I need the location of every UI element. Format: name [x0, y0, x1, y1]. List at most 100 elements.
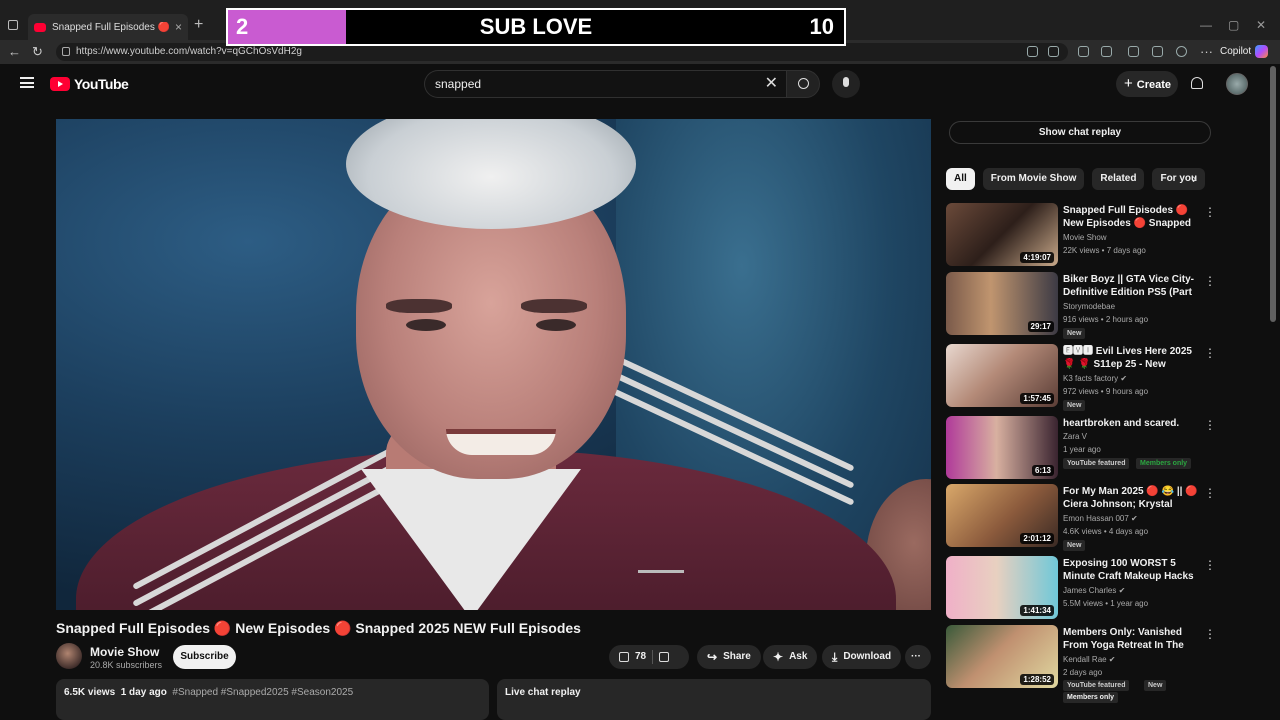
extension-icon[interactable]	[1101, 46, 1112, 57]
channel-name[interactable]: Storymodebae	[1063, 302, 1115, 311]
create-button[interactable]: + Create	[1116, 71, 1178, 97]
like-count[interactable]: 78	[635, 645, 646, 669]
extension-icon[interactable]	[1128, 46, 1139, 57]
youtube-logo[interactable]: YouTube	[50, 76, 129, 92]
chip-all[interactable]: All	[946, 168, 975, 190]
like-dislike-group: 78	[609, 645, 689, 669]
more-vert-icon[interactable]: ⋮	[1204, 486, 1216, 500]
channel-name[interactable]: K3 facts factory ✔	[1063, 374, 1127, 383]
close-tab-icon[interactable]: ×	[175, 20, 182, 34]
minimize-icon[interactable]: —	[1200, 18, 1212, 32]
video-meta: 2 days ago	[1063, 668, 1103, 677]
recommended-video[interactable]: 1:57:45 🅴🆅🅸 Evil Lives Here 2025 🌹 🌹 S11…	[946, 344, 1216, 411]
new-tab-icon[interactable]: +	[194, 16, 203, 34]
profile-icon[interactable]	[1176, 46, 1187, 57]
more-vert-icon[interactable]: ⋮	[1204, 274, 1216, 288]
ask-button[interactable]: ✦ Ask	[763, 645, 818, 669]
recommended-video[interactable]: 29:17 Biker Boyz || GTA Vice City- Defin…	[946, 272, 1216, 339]
more-vert-icon[interactable]: ⋮	[1204, 558, 1216, 572]
ask-label: Ask	[789, 651, 808, 662]
channel-name[interactable]: Movie Show	[1063, 233, 1107, 242]
more-menu-icon[interactable]: ···	[1200, 44, 1213, 59]
download-button[interactable]: ⤓ Download	[822, 645, 902, 669]
channel-name[interactable]: Zara V	[1063, 432, 1087, 441]
copilot-icon	[1255, 45, 1269, 58]
maximize-icon[interactable]: ▢	[1228, 18, 1239, 32]
overlay-left-count: 2	[228, 10, 346, 44]
description-box[interactable]: 6.5K views 1 day ago #Snapped #Snapped20…	[56, 679, 489, 720]
share-button[interactable]: ↪ Share	[697, 645, 761, 669]
chevron-right-icon[interactable]: ›	[1192, 170, 1197, 186]
reader-icon[interactable]	[1027, 46, 1038, 57]
youtube-play-icon	[50, 77, 70, 91]
scrollbar[interactable]	[1270, 66, 1276, 322]
channel-name[interactable]: Movie Show	[90, 645, 159, 659]
like-icon[interactable]	[619, 652, 629, 662]
recommended-video[interactable]: 2:01:12 For My Man 2025 🔴 😂 || 🔴 Ciera J…	[946, 484, 1216, 551]
back-icon[interactable]: ←	[8, 44, 21, 59]
chip-from-channel[interactable]: From Movie Show	[982, 168, 1085, 190]
recommended-video[interactable]: 6:13 heartbroken and scared. Zara V 1 ye…	[946, 416, 1216, 482]
video-title[interactable]: Biker Boyz || GTA Vice City- Definitive …	[1063, 273, 1203, 299]
recommended-video[interactable]: 4:19:07 Snapped Full Episodes 🔴 New Epis…	[946, 203, 1216, 269]
video-player[interactable]	[56, 119, 931, 610]
video-title[interactable]: heartbroken and scared.	[1063, 417, 1203, 430]
live-chat-replay-box[interactable]: Live chat replay	[497, 679, 931, 720]
video-thumbnail[interactable]: 2:01:12	[946, 484, 1058, 547]
notifications-bell-icon[interactable]	[1191, 77, 1203, 89]
video-thumbnail[interactable]: 1:28:52	[946, 625, 1058, 688]
channel-name[interactable]: Kendall Rae ✔	[1063, 655, 1116, 664]
overlay-title: SUB LOVE	[479, 14, 593, 39]
tab-actions-icon[interactable]	[8, 20, 18, 30]
channel-name[interactable]: Emon Hassan 007 ✔	[1063, 514, 1138, 523]
video-title[interactable]: Members Only: Vanished From Yoga Retreat…	[1063, 626, 1203, 652]
video-meta: 972 views • 9 hours ago	[1063, 387, 1149, 396]
close-window-icon[interactable]: ✕	[1256, 18, 1266, 32]
channel-avatar[interactable]	[56, 643, 82, 669]
video-meta: 4.6K views • 4 days ago	[1063, 527, 1149, 536]
dislike-icon[interactable]	[659, 652, 670, 662]
favorite-star-icon[interactable]	[1048, 46, 1059, 57]
refresh-icon[interactable]: ↻	[32, 44, 43, 60]
video-title[interactable]: Snapped Full Episodes 🔴 New Episodes 🔴 S…	[1063, 204, 1203, 230]
video-thumbnail[interactable]: 1:41:34	[946, 556, 1058, 619]
extension-icon[interactable]	[1078, 46, 1089, 57]
video-title[interactable]: 🅴🆅🅸 Evil Lives Here 2025 🌹 🌹 S11ep 25 - …	[1063, 345, 1203, 371]
account-avatar[interactable]	[1226, 73, 1248, 95]
more-vert-icon[interactable]: ⋮	[1204, 627, 1216, 641]
more-actions-button[interactable]: ···	[905, 645, 931, 669]
new-badge: New	[1063, 400, 1086, 411]
browser-tab[interactable]: Snapped Full Episodes 🔴 N ×	[28, 14, 188, 40]
search-input[interactable]: snapped ✕	[424, 70, 786, 98]
recommended-video[interactable]: 1:41:34 Exposing 100 WORST 5 Minute Craf…	[946, 556, 1216, 622]
video-duration: 4:19:07	[1020, 252, 1054, 263]
video-thumbnail[interactable]: 29:17	[946, 272, 1058, 335]
video-thumbnail[interactable]: 4:19:07	[946, 203, 1058, 266]
copilot-button[interactable]: Copilot	[1220, 45, 1269, 58]
search-button[interactable]	[786, 70, 820, 98]
show-chat-replay-button[interactable]: Show chat replay	[949, 121, 1211, 144]
video-duration: 1:28:52	[1020, 674, 1054, 685]
more-vert-icon[interactable]: ⋮	[1204, 418, 1216, 432]
more-vert-icon[interactable]: ⋮	[1204, 205, 1216, 219]
chip-related[interactable]: Related	[1092, 168, 1145, 190]
video-title[interactable]: For My Man 2025 🔴 😂 || 🔴 Ciera Johnson; …	[1063, 485, 1203, 511]
channel-name[interactable]: James Charles ✔	[1063, 586, 1125, 595]
plus-icon: +	[1124, 75, 1133, 92]
video-thumbnail[interactable]: 1:57:45	[946, 344, 1058, 407]
video-thumbnail[interactable]: 6:13	[946, 416, 1058, 479]
hashtags[interactable]: #Snapped #Snapped2025 #Season2025	[172, 687, 353, 698]
video-figure-eye	[536, 319, 576, 331]
download-icon: ⤓	[832, 650, 838, 664]
menu-icon[interactable]	[20, 77, 34, 88]
recommended-video[interactable]: 1:28:52 Members Only: Vanished From Yoga…	[946, 625, 1216, 691]
subscribe-button[interactable]: Subscribe	[173, 645, 236, 669]
favorites-icon[interactable]	[1152, 46, 1163, 57]
chip-for-you[interactable]: For you	[1152, 168, 1206, 190]
video-title[interactable]: Exposing 100 WORST 5 Minute Craft Makeup…	[1063, 557, 1203, 583]
video-title: Snapped Full Episodes 🔴 New Episodes 🔴 S…	[56, 620, 581, 636]
more-vert-icon[interactable]: ⋮	[1204, 346, 1216, 360]
subscriber-count: 20.8K subscribers	[90, 660, 163, 670]
clear-search-icon[interactable]: ✕	[765, 71, 778, 97]
voice-search-button[interactable]	[832, 70, 860, 98]
